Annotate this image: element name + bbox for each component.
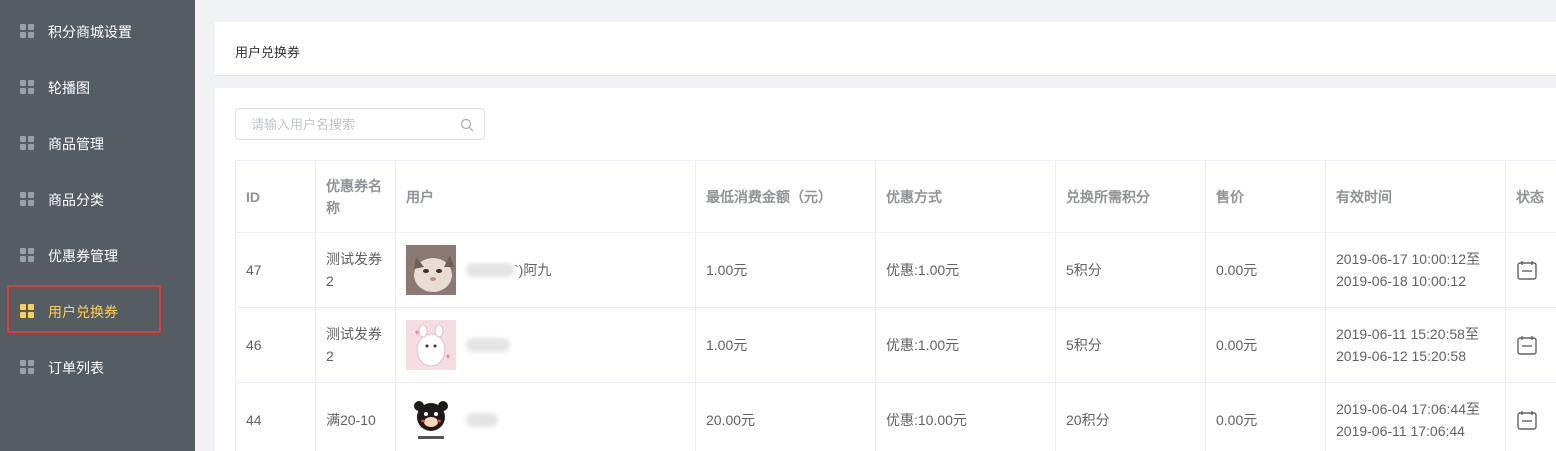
cell-min-spend: 1.00元 (695, 232, 876, 308)
cell-id: 47 (235, 232, 316, 308)
column-header-price[interactable]: 售价 (1205, 160, 1326, 233)
cell-price: 0.00元 (1205, 232, 1326, 308)
cell-user: `)阿九 (395, 232, 696, 308)
cell-valid-time: 2019-06-04 17:06:44至 2019-06-11 17:06:44 (1325, 382, 1506, 451)
cell-discount: 优惠:10.00元 (875, 382, 1056, 451)
redacted-text (466, 413, 498, 427)
table-row: 46 测试发券2 1.00元 优惠:1.00元 5积分 0.00元 2019-0… (235, 307, 1556, 383)
redacted-text (466, 263, 514, 277)
column-header-min-spend[interactable]: 最低消费金额（元） (695, 160, 876, 233)
sidebar-item-product-management[interactable]: 商品管理 (0, 114, 195, 170)
table-row: 47 测试发券2 `)阿九 1.00元 优惠:1.00元 5积分 0.00元 2… (235, 232, 1556, 308)
search-input[interactable] (237, 110, 452, 138)
calendar-icon[interactable] (1516, 334, 1538, 356)
cell-status (1505, 307, 1556, 383)
user-name (466, 338, 510, 352)
column-header-discount[interactable]: 优惠方式 (875, 160, 1056, 233)
avatar (406, 395, 456, 445)
cell-status (1505, 382, 1556, 451)
cell-valid-time: 2019-06-11 15:20:58至 2019-06-12 15:20:58 (1325, 307, 1506, 383)
search-box[interactable] (235, 108, 485, 140)
column-header-id[interactable]: ID (235, 160, 316, 233)
main-content: 用户兑换券 ID 优惠券名称 用户 最低消费金额（元） 优惠方 (195, 0, 1556, 451)
sidebar-item-carousel[interactable]: 轮播图 (0, 58, 195, 114)
user-name (466, 413, 498, 427)
sidebar-item-coupon-management[interactable]: 优惠券管理 (0, 226, 195, 282)
sidebar-item-label: 商品管理 (48, 136, 104, 152)
sidebar-item-order-list[interactable]: 订单列表 (0, 338, 195, 394)
column-header-valid-time[interactable]: 有效时间 (1325, 160, 1506, 233)
calendar-icon[interactable] (1516, 259, 1538, 281)
cell-min-spend: 20.00元 (695, 382, 876, 451)
cell-price: 0.00元 (1205, 382, 1326, 451)
sidebar-item-points-mall-settings[interactable]: 积分商城设置 (0, 2, 195, 58)
grid-icon (20, 360, 34, 374)
grid-icon (20, 192, 34, 206)
table-row: 44 满20-10 20.00元 优惠:10.00元 20积分 0.00元 20… (235, 382, 1556, 451)
sidebar-item-label: 订单列表 (48, 360, 104, 376)
cell-points: 20积分 (1055, 382, 1206, 451)
sidebar-item-label: 商品分类 (48, 192, 104, 208)
redacted-text (466, 338, 510, 352)
cell-discount: 优惠:1.00元 (875, 307, 1056, 383)
table-header-row: ID 优惠券名称 用户 最低消费金额（元） 优惠方式 兑换所需积分 售价 有效时… (235, 160, 1556, 233)
grid-icon (20, 136, 34, 150)
sidebar-item-label: 轮播图 (48, 80, 90, 96)
sidebar: 积分商城设置 轮播图 商品管理 商品分类 优惠券管理 用户兑换券 订单列表 (0, 0, 195, 451)
column-header-status[interactable]: 状态 (1505, 160, 1556, 233)
grid-icon (20, 304, 34, 318)
column-header-user[interactable]: 用户 (395, 160, 696, 233)
cell-points: 5积分 (1055, 307, 1206, 383)
grid-icon (20, 80, 34, 94)
cell-status (1505, 232, 1556, 308)
cell-user (395, 382, 696, 451)
cell-id: 44 (235, 382, 316, 451)
cell-points: 5积分 (1055, 232, 1206, 308)
sidebar-item-label: 用户兑换券 (48, 304, 118, 320)
page-title: 用户兑换券 (235, 45, 301, 60)
grid-icon (20, 248, 34, 262)
grid-icon (20, 24, 34, 38)
cell-user (395, 307, 696, 383)
cell-min-spend: 1.00元 (695, 307, 876, 383)
cell-coupon-name: 测试发券2 (315, 232, 396, 308)
calendar-icon[interactable] (1516, 409, 1538, 431)
sidebar-item-label: 积分商城设置 (48, 24, 132, 40)
coupon-table: ID 优惠券名称 用户 最低消费金额（元） 优惠方式 兑换所需积分 售价 有效时… (235, 160, 1556, 451)
column-header-points[interactable]: 兑换所需积分 (1055, 160, 1206, 233)
cell-discount: 优惠:1.00元 (875, 232, 1056, 308)
sidebar-item-label: 优惠券管理 (48, 248, 118, 264)
column-header-coupon-name[interactable]: 优惠券名称 (315, 160, 396, 233)
breadcrumb: 用户兑换券 (215, 22, 1556, 76)
sidebar-item-product-category[interactable]: 商品分类 (0, 170, 195, 226)
cell-coupon-name: 测试发券2 (315, 307, 396, 383)
search-icon[interactable] (460, 118, 474, 132)
content-card: ID 优惠券名称 用户 最低消费金额（元） 优惠方式 兑换所需积分 售价 有效时… (215, 88, 1556, 451)
cell-id: 46 (235, 307, 316, 383)
cell-coupon-name: 满20-10 (315, 382, 396, 451)
cell-price: 0.00元 (1205, 307, 1326, 383)
avatar (406, 245, 456, 295)
user-name: `)阿九 (466, 259, 551, 281)
avatar (406, 320, 456, 370)
cell-valid-time: 2019-06-17 10:00:12至 2019-06-18 10:00:12 (1325, 232, 1506, 308)
sidebar-item-user-coupons[interactable]: 用户兑换券 (0, 282, 195, 338)
